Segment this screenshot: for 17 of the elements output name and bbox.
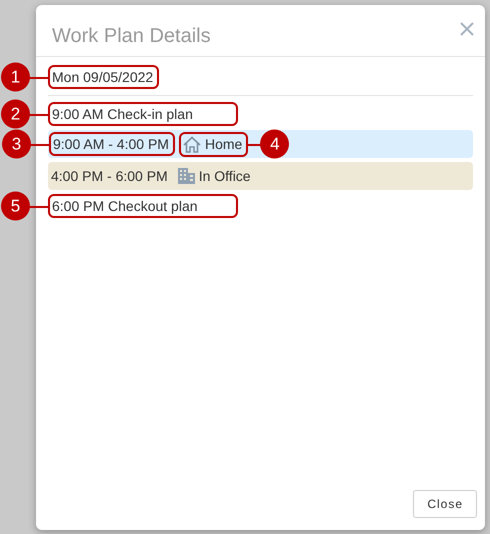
callout-number: 5 (1, 192, 30, 220)
house-icon (182, 136, 201, 152)
building-icon (178, 168, 195, 184)
time-range: 4:00 PM - 6:00 PM (51, 168, 168, 184)
plan-text: 6:00 PM Checkout plan (52, 198, 198, 214)
close-icon[interactable] (459, 21, 475, 37)
plan-text: 9:00 AM Check-in plan (52, 106, 193, 122)
dialog-title: Work Plan Details (52, 25, 211, 48)
location-label: Home (204, 136, 242, 152)
close-button[interactable]: Close (413, 490, 477, 518)
callout-number: 4 (260, 130, 290, 158)
callout-number: 3 (2, 130, 31, 158)
callout-number: 1 (1, 62, 30, 92)
callout-number: 2 (1, 100, 30, 128)
date-text: Mon 09/05/2022 (52, 69, 154, 85)
time-range: 9:00 AM - 4:00 PM (53, 136, 169, 152)
location-label: In Office (198, 168, 251, 184)
